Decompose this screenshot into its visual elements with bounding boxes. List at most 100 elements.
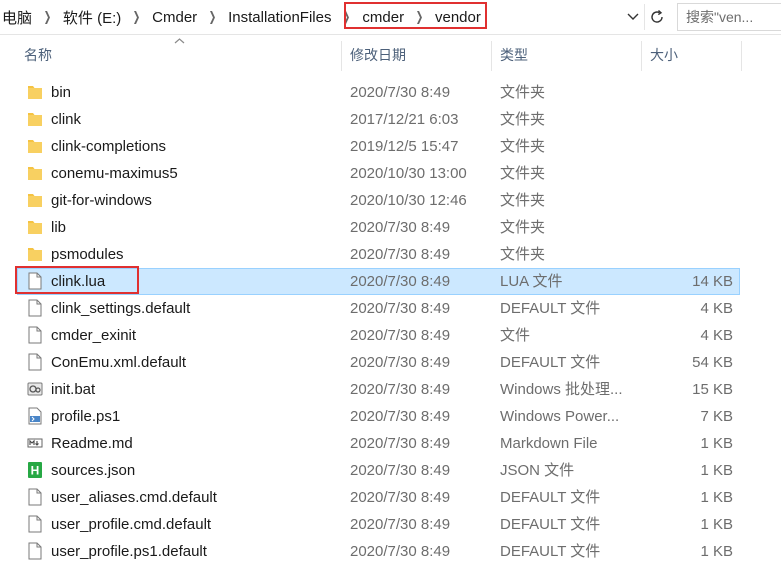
folder-row[interactable]: bin 2020/7/30 8:49 文件夹: [0, 78, 781, 105]
chevron-right-icon[interactable]: ❯: [127, 9, 146, 25]
folder-icon: [27, 191, 43, 209]
column-divider[interactable]: [341, 41, 342, 71]
file-date: 2017/12/21 6:03: [350, 111, 459, 128]
file-row[interactable]: clink_settings.default 2020/7/30 8:49 DEFA…: [0, 294, 781, 321]
file-size: 1 KB: [700, 543, 733, 560]
file-row[interactable]: cmder_exinit 2020/7/30 8:49 文件 4 KB: [0, 321, 781, 348]
file-type: 文件夹: [500, 138, 546, 155]
file-date: 2020/7/30 8:49: [350, 381, 451, 398]
chevron-down-icon: [627, 13, 639, 20]
chevron-right-icon[interactable]: ❯: [410, 9, 429, 25]
file-icon: [27, 299, 43, 317]
column-name[interactable]: 名称: [24, 35, 52, 75]
file-date: 2020/7/30 8:49: [350, 84, 451, 101]
chevron-right-icon[interactable]: ❯: [38, 9, 57, 25]
file-icon: [27, 353, 43, 371]
refresh-button[interactable]: [644, 4, 669, 30]
file-row[interactable]: user_profile.cmd.default 2020/7/30 8:49 DE…: [0, 510, 781, 537]
file-name: Readme.md: [51, 435, 133, 452]
file-type: DEFAULT 文件: [500, 489, 601, 506]
folder-row[interactable]: clink-completions 2019/12/5 15:47 文件夹: [0, 132, 781, 159]
file-type: Markdown File: [500, 435, 598, 452]
file-row[interactable]: Hsources.json 2020/7/30 8:49 JSON 文件 1 KB: [0, 456, 781, 483]
file-size: 4 KB: [700, 300, 733, 317]
file-name: ConEmu.xml.default: [51, 354, 187, 371]
file-date: 2020/7/30 8:49: [350, 489, 451, 506]
file-row[interactable]: Readme.md 2020/7/30 8:49 Markdown File 1 KB: [0, 429, 781, 456]
file-row[interactable]: user_aliases.cmd.default 2020/7/30 8:49 DE…: [0, 483, 781, 510]
column-divider[interactable]: [491, 41, 492, 71]
breadcrumb-item-pc[interactable]: 电脑: [0, 7, 34, 28]
folder-icon: [27, 245, 43, 263]
file-name: lib: [51, 219, 67, 236]
file-date: 2020/7/30 8:49: [350, 300, 451, 317]
column-divider[interactable]: [641, 41, 642, 71]
file-date: 2020/7/30 8:49: [350, 408, 451, 425]
file-name: user_profile.cmd.default: [51, 516, 212, 533]
file-name: cmder_exinit: [51, 327, 137, 344]
file-size: 54 KB: [692, 354, 733, 371]
folder-row[interactable]: psmodules 2020/7/30 8:49 文件夹: [0, 240, 781, 267]
file-date: 2020/7/30 8:49: [350, 327, 451, 344]
chevron-right-icon[interactable]: ❯: [203, 9, 222, 25]
file-size: 1 KB: [700, 435, 733, 452]
breadcrumb-item-cmder[interactable]: cmder: [360, 9, 406, 26]
folder-icon: [27, 110, 43, 128]
file-name: sources.json: [51, 462, 136, 479]
file-name: clink_settings.default: [51, 300, 191, 317]
file-row[interactable]: clink.lua 2020/7/30 8:49 LUA 文件 14 KB: [0, 267, 781, 295]
file-size: 7 KB: [700, 408, 733, 425]
file-date: 2020/7/30 8:49: [350, 273, 451, 290]
file-size: 1 KB: [700, 516, 733, 533]
breadcrumb-item-drive[interactable]: 软件 (E:): [61, 7, 123, 28]
column-size[interactable]: 大小: [650, 35, 678, 75]
file-type: DEFAULT 文件: [500, 354, 601, 371]
file-date: 2019/12/5 15:47: [350, 138, 459, 155]
folder-icon: [27, 137, 43, 155]
address-dropdown-button[interactable]: [622, 5, 644, 29]
file-name: bin: [51, 84, 72, 101]
file-row[interactable]: ConEmu.xml.default 2020/7/30 8:49 DEFAULT …: [0, 348, 781, 375]
breadcrumb-item-vendor[interactable]: vendor: [433, 9, 483, 26]
file-icon: [27, 542, 43, 560]
folder-row[interactable]: lib 2020/7/30 8:49 文件夹: [0, 213, 781, 240]
file-size: 1 KB: [700, 462, 733, 479]
file-type: 文件夹: [500, 165, 546, 182]
chevron-right-icon[interactable]: ❯: [338, 9, 357, 25]
file-type: JSON 文件: [500, 462, 575, 479]
file-name: profile.ps1: [51, 408, 121, 425]
folder-row[interactable]: conemu-maximus5 2020/10/30 13:00 文件夹: [0, 159, 781, 186]
folder-row[interactable]: clink 2017/12/21 6:03 文件夹: [0, 105, 781, 132]
file-date: 2020/7/30 8:49: [350, 516, 451, 533]
file-type: 文件夹: [500, 246, 546, 263]
folder-icon: [27, 83, 43, 101]
file-type: DEFAULT 文件: [500, 543, 601, 560]
breadcrumb-item-installationfiles[interactable]: InstallationFiles: [226, 9, 333, 26]
file-type: 文件夹: [500, 84, 546, 101]
file-date: 2020/7/30 8:49: [350, 543, 451, 560]
breadcrumb-item-cmder-root[interactable]: Cmder: [150, 9, 199, 26]
file-icon: [27, 488, 43, 506]
folder-row[interactable]: git-for-windows 2020/10/30 12:46 文件夹: [0, 186, 781, 213]
column-date[interactable]: 修改日期: [350, 35, 406, 75]
column-divider[interactable]: [741, 41, 742, 71]
folder-icon: [27, 164, 43, 182]
batch-file-icon: [27, 380, 43, 398]
file-name: init.bat: [51, 381, 96, 398]
file-date: 2020/7/30 8:49: [350, 462, 451, 479]
search-input[interactable]: 搜索"ven...: [677, 3, 781, 31]
refresh-icon: [651, 9, 663, 23]
file-row[interactable]: init.bat 2020/7/30 8:49 Windows 批处理... 15 K…: [0, 375, 781, 402]
column-type[interactable]: 类型: [500, 35, 528, 75]
folder-icon: [27, 218, 43, 236]
file-type: 文件: [500, 327, 531, 344]
file-size: 1 KB: [700, 489, 733, 506]
file-date: 2020/7/30 8:49: [350, 435, 451, 452]
address-bar[interactable]: 电脑 ❯ 软件 (E:) ❯ Cmder ❯ InstallationFiles…: [0, 0, 781, 35]
file-date: 2020/7/30 8:49: [350, 246, 451, 263]
file-row[interactable]: profile.ps1 2020/7/30 8:49 Windows Power..…: [0, 402, 781, 429]
file-type: 文件夹: [500, 219, 546, 236]
file-date: 2020/10/30 13:00: [350, 165, 467, 182]
file-type: LUA 文件: [500, 273, 563, 290]
json-file-icon: H: [27, 461, 43, 479]
